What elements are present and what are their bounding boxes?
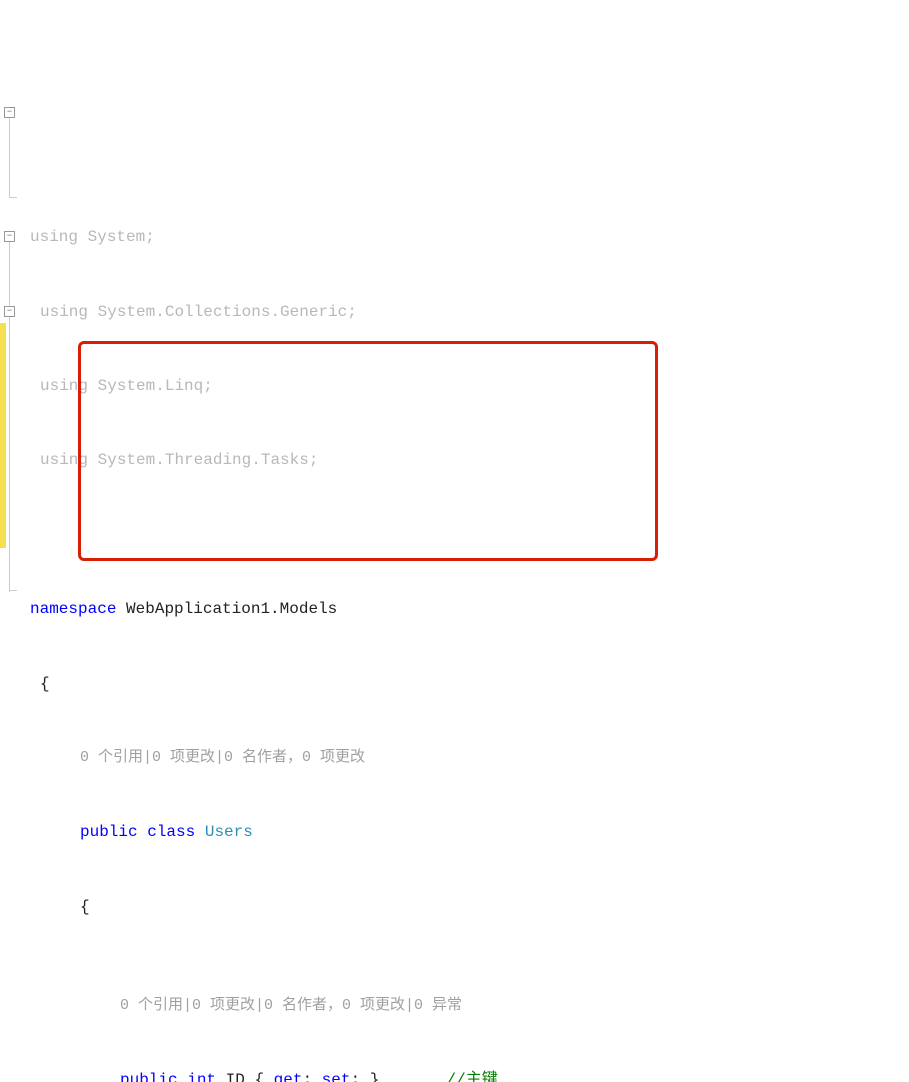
codelens[interactable]: 0 个引用|0 项更改|0 名作者，0 项更改 <box>24 746 909 771</box>
codelens[interactable]: 0 个引用|0 项更改|0 名作者，0 项更改|0 异常 <box>24 994 909 1019</box>
using-line: using System.Linq; <box>24 374 909 399</box>
using-line: using System.Threading.Tasks; <box>24 448 909 473</box>
using-line: using System; <box>24 225 909 250</box>
gutter: − − − <box>0 101 18 1082</box>
brace-open: { <box>24 672 909 697</box>
fold-toggle-namespace[interactable]: − <box>4 231 15 242</box>
blank-line <box>24 523 909 548</box>
fold-toggle-class[interactable]: − <box>4 306 15 317</box>
brace-open: { <box>24 895 909 920</box>
using-line: using System.Collections.Generic; <box>24 300 909 325</box>
namespace-line: namespace WebApplication1.Models <box>24 597 909 622</box>
class-decl: public class Users <box>24 820 909 845</box>
fold-toggle-usings[interactable]: − <box>4 107 15 118</box>
property-line: public int ID { get; set; } //主键 <box>24 1068 909 1082</box>
code-editor[interactable]: − − − using System; using System.Collect… <box>0 101 909 1082</box>
change-bar <box>0 323 6 548</box>
